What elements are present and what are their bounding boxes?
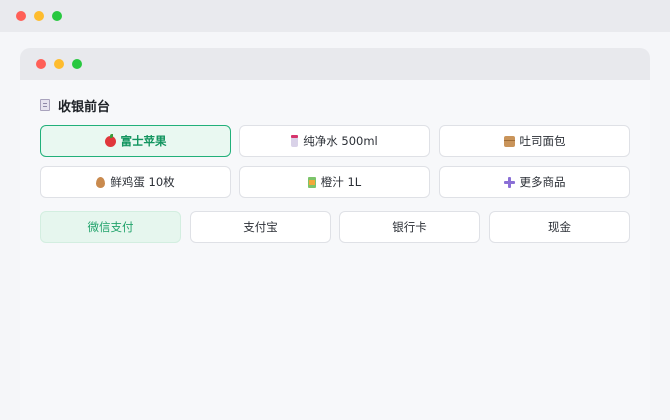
product-label: 橙汁 1L xyxy=(320,175,362,189)
payment-bank-card[interactable]: 银行卡 xyxy=(339,211,480,243)
product-button-fuji-apple[interactable]: 富士苹果 xyxy=(40,125,231,157)
outer-window: 收银前台 富士苹果 纯净水 500ml 吐司面包 鲜鸡蛋 10枚 橙汁 1L 更… xyxy=(0,0,670,420)
more-products-button[interactable]: 更多商品 xyxy=(439,166,630,198)
payment-cash[interactable]: 现金 xyxy=(489,211,630,243)
payment-label: 支付宝 xyxy=(243,220,278,234)
inner-close-dot[interactable] xyxy=(36,59,46,69)
page-title: 收银前台 xyxy=(40,96,111,115)
product-label: 鲜鸡蛋 10枚 xyxy=(110,175,175,189)
apple-icon xyxy=(104,133,116,147)
payment-label: 微信支付 xyxy=(87,220,134,234)
payment-alipay[interactable]: 支付宝 xyxy=(190,211,331,243)
minimize-window-dot[interactable] xyxy=(34,11,44,21)
product-label: 更多商品 xyxy=(519,175,566,189)
product-button-toast-bread[interactable]: 吐司面包 xyxy=(439,125,630,157)
payment-label: 现金 xyxy=(548,220,571,234)
close-window-dot[interactable] xyxy=(16,11,26,21)
inner-maximize-dot[interactable] xyxy=(72,59,82,69)
product-label: 富士苹果 xyxy=(120,134,167,148)
product-label: 纯净水 500ml xyxy=(303,134,378,148)
inner-window: 收银前台 富士苹果 纯净水 500ml 吐司面包 鲜鸡蛋 10枚 橙汁 1L 更… xyxy=(20,48,650,420)
product-button-eggs[interactable]: 鲜鸡蛋 10枚 xyxy=(40,166,231,198)
outer-title-bar xyxy=(0,0,670,32)
juice-box-icon xyxy=(307,176,316,188)
page-title-text: 收银前台 xyxy=(58,99,111,115)
water-bottle-icon xyxy=(291,134,299,147)
product-button-orange-juice[interactable]: 橙汁 1L xyxy=(239,166,430,198)
inner-title-bar xyxy=(20,48,650,80)
plus-icon xyxy=(503,176,515,188)
bread-package-icon xyxy=(503,135,515,147)
egg-icon xyxy=(96,176,106,188)
payment-wechat-pay[interactable]: 微信支付 xyxy=(40,211,181,243)
payment-label: 银行卡 xyxy=(392,220,427,234)
product-button-water[interactable]: 纯净水 500ml xyxy=(239,125,430,157)
maximize-window-dot[interactable] xyxy=(52,11,62,21)
product-label: 吐司面包 xyxy=(519,134,566,148)
receipt-icon xyxy=(40,99,50,111)
inner-minimize-dot[interactable] xyxy=(54,59,64,69)
